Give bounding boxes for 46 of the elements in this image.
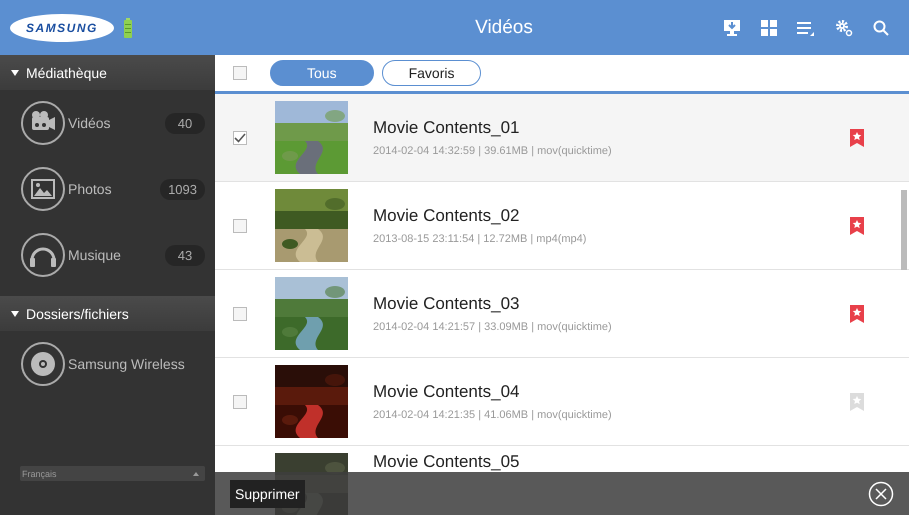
list-view-icon[interactable] [797,20,815,36]
row-checkbox[interactable] [233,306,247,320]
search-icon[interactable] [873,20,889,36]
select-all-checkbox[interactable] [233,66,247,80]
disc-icon[interactable] [20,341,66,387]
library-label[interactable]: Photos [68,181,158,197]
video-title: Movie Contents_01 [373,118,520,138]
video-details: 2013-08-15 23:11:54 | 12.72MB | mp4(mp4) [373,233,588,245]
library-label[interactable]: Samsung Wireless [68,356,205,372]
section-title: Médiathèque [26,64,107,80]
item-count: 1093 [160,178,205,200]
caret-icon [193,472,199,476]
row-checkbox[interactable] [233,218,247,232]
battery-icon [124,18,132,38]
item-count: 43 [165,244,205,266]
video-details: 2014-02-04 14:21:57 | 33.09MB | mov(quicktime) [373,321,613,333]
video-details: 2014-02-04 14:32:59 | 39.61MB | mov(quicktime) [373,145,613,157]
video-title: Movie Contents_05 [373,452,520,472]
video-title: Movie Contents_03 [373,294,520,314]
section-title: Dossiers/fichiers [26,306,129,322]
monitor-download-icon[interactable] [723,18,741,36]
favorite-bookmark-icon[interactable] [850,304,864,322]
library-label[interactable]: Vidéos [68,115,163,131]
language-select[interactable]: Français [20,466,205,481]
row-checkbox[interactable] [233,130,247,144]
section-header[interactable]: Dossiers/fichiers [0,296,215,331]
picture-icon[interactable] [20,166,66,212]
settings-icon[interactable] [835,18,853,36]
video-camera-icon[interactable] [20,100,66,146]
favorite-bookmark-icon[interactable] [850,216,864,234]
item-count: 40 [165,112,205,134]
library-label[interactable]: Musique [68,247,163,263]
section-header[interactable]: Médiathèque [0,55,215,90]
favorite-bookmark-icon[interactable] [850,128,864,146]
video-title: Movie Contents_02 [373,206,520,226]
video-details: 2014-02-04 14:21:35 | 41.06MB | mov(quicktime) [373,409,613,421]
page-title: Vidéos [474,16,534,38]
grid-view-icon[interactable] [761,20,777,36]
close-icon[interactable] [868,480,894,506]
video-title: Movie Contents_04 [373,382,520,402]
filter-tab[interactable]: Tous [270,60,374,86]
filter-tab[interactable]: Favoris [382,60,482,86]
brand-logo: SAMSUNG [10,14,114,42]
delete-button[interactable]: Supprimer [230,480,305,508]
headphones-icon[interactable] [20,232,66,278]
row-checkbox[interactable] [233,394,247,408]
